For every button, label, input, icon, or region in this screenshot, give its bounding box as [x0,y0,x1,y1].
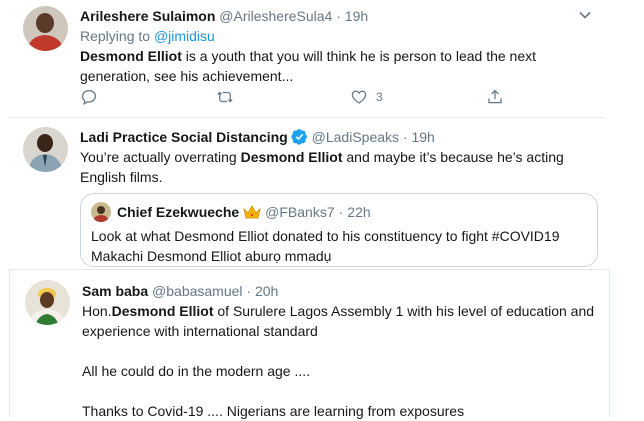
author-handle[interactable]: @ArileshereSula4 [219,8,332,24]
tweet-actions: 3 [80,88,510,110]
author-name: Chief Ezekwueche [117,204,240,220]
retweet-icon [217,91,233,103]
avatar[interactable] [23,127,68,172]
like-count: 3 [376,90,383,104]
reply-button[interactable] [80,88,98,106]
tweet-text: is a youth that you will think he is per… [181,48,537,64]
author-handle[interactable]: @babasamuel [152,283,243,299]
like-button[interactable]: 3 [350,88,383,106]
author-name[interactable]: Ladi Practice Social Distancing [80,129,288,145]
timestamp: 22h [347,204,371,220]
tweet-body: Hon.Desmond Elliot of Surulere Lagos Ass… [82,301,594,421]
chevron-down-icon[interactable] [578,8,592,22]
avatar[interactable] [25,280,70,325]
tweet-text-line-4: Thanks to Covid-19 .... Nigerians are le… [82,403,465,419]
tweet-text-line-2: experience with international standard [82,323,318,339]
tweet-header: Ladi Practice Social Distancing @LadiSpe… [80,128,435,146]
separator: · [246,283,252,299]
avatar [91,202,111,222]
share-button[interactable] [486,88,504,106]
timeline-panel-top: Arileshere Sulaimon @ArileshereSula4 · 1… [8,0,604,267]
author-handle: @FBanks7 [265,204,335,220]
crown-emoji-icon [243,205,261,219]
tweet-text-line-1: Hon.Desmond Elliot of Surulere Lagos Ass… [82,301,594,321]
tweet-ladi[interactable]: Ladi Practice Social Distancing @LadiSpe… [8,118,604,267]
reply-prefix: Replying to [80,28,151,44]
timestamp[interactable]: 19h [345,8,368,24]
share-icon [488,89,502,104]
tweet-text: of Surulere Lagos Assembly 1 with his le… [213,303,595,319]
quoted-tweet[interactable]: Chief Ezekwueche @FBanks7 · 22h Look at … [80,193,598,267]
mention-bold: Desmond Elliot [240,149,343,165]
tweet-body: Replying to @jimidisu Desmond Elliot is … [80,26,536,86]
quoted-text-line-2: Makachi Desmond Elliot aburọ mmadụ [91,248,332,264]
heart-icon [351,90,367,104]
avatar[interactable] [23,6,68,51]
tweet-text-line-1: You’re actually overrating Desmond Ellio… [80,147,564,167]
reply-icon [81,89,97,105]
separator: · [338,204,344,220]
retweet-button[interactable] [216,88,234,106]
tweet-text-line-3: All he could do in the modern age .... [82,363,311,379]
tweet-text-line-2: English films. [80,169,163,185]
tweet-text-line-2: generation, see his achievement... [80,68,294,84]
quoted-tweet-header: Chief Ezekwueche @FBanks7 · 22h [91,202,371,222]
tweet-header: Arileshere Sulaimon @ArileshereSula4 · 1… [80,7,368,25]
tweet-text: You’re actually overrating [80,149,241,165]
tweet-text-line-1: Desmond Elliot is a youth that you will … [80,46,536,66]
separator: · [336,8,341,24]
timestamp[interactable]: 19h [411,129,434,145]
quoted-text-line-1: Look at what Desmond Elliot donated to h… [91,228,560,244]
tweet-text: Hon. [82,303,112,319]
replying-to: Replying to @jimidisu [80,26,536,46]
author-handle[interactable]: @LadiSpeaks [312,129,399,145]
separator: · [402,129,408,145]
reply-to-link[interactable]: @jimidisu [154,28,215,44]
quoted-tweet-body: Look at what Desmond Elliot donated to h… [91,226,560,266]
mention-bold: Desmond Elliot [111,303,214,319]
author-name[interactable]: Sam baba [82,283,148,299]
tweet-sam-baba[interactable]: Sam baba @babasamuel · 20h Hon.Desmond E… [10,270,609,419]
tweet-header: Sam baba @babasamuel · 20h [82,282,278,300]
tweet-text: and maybe it’s because he’s acting [342,149,564,165]
author-name[interactable]: Arileshere Sulaimon [80,8,215,24]
tweet-body: You’re actually overrating Desmond Ellio… [80,147,564,187]
timeline-panel-bottom: Sam baba @babasamuel · 20h Hon.Desmond E… [9,269,610,419]
verified-badge-icon [291,129,307,145]
tweet-arileshere[interactable]: Arileshere Sulaimon @ArileshereSula4 · 1… [8,0,604,118]
timestamp[interactable]: 20h [255,283,278,299]
mention-bold: Desmond Elliot [80,48,182,64]
